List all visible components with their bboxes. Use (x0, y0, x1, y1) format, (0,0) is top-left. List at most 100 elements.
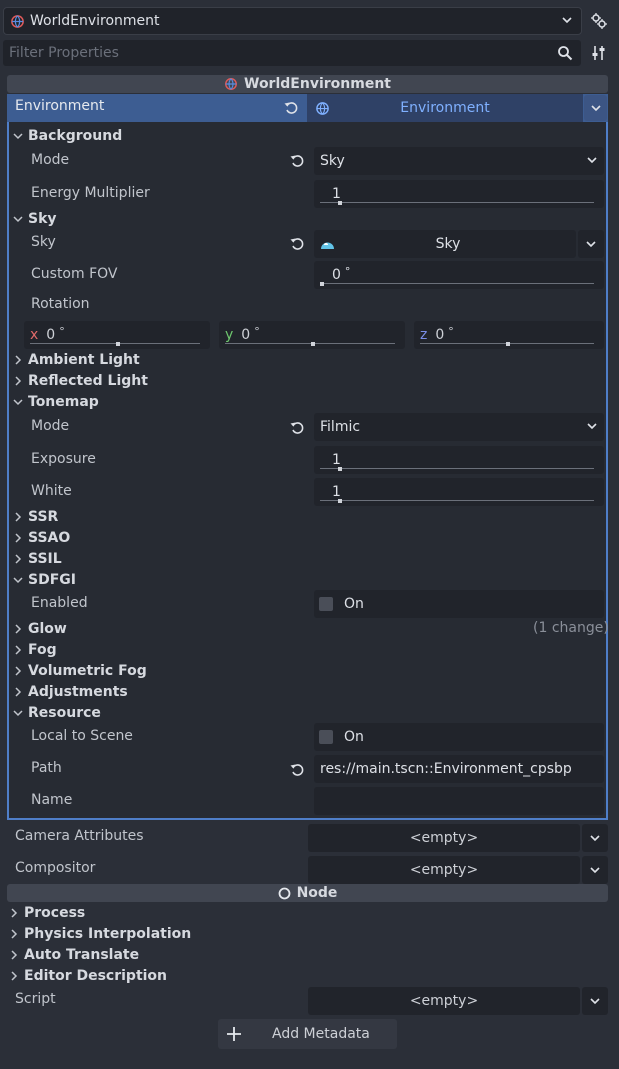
compositor-label: Compositor (15, 860, 96, 876)
category-node-label: Node (296, 885, 338, 901)
sdfgi-enabled-label: Enabled (31, 595, 88, 611)
section-volumetric-fog[interactable]: Volumetric Fog (12, 660, 147, 681)
background-mode-select[interactable]: Sky (314, 147, 604, 175)
history-button[interactable] (589, 10, 609, 32)
rotation-x-field[interactable]: x 0 ° (24, 321, 210, 349)
compositor-value: <empty> (409, 862, 479, 878)
chevron-down-icon (589, 832, 601, 844)
section-process[interactable]: Process (8, 902, 85, 923)
tools-icon (592, 46, 605, 60)
white-slider[interactable]: 1 (314, 478, 604, 506)
plus-icon (227, 1027, 241, 1041)
script-label: Script (15, 991, 56, 1007)
degree-unit: ° (59, 324, 65, 338)
script-dropdown[interactable] (582, 987, 608, 1015)
revert-icon[interactable] (289, 236, 305, 252)
section-fog-label: Fog (28, 641, 57, 658)
inspector-tools-button[interactable] (588, 43, 610, 63)
energy-multiplier-slider[interactable]: 1 (314, 180, 604, 208)
chevron-down-icon (12, 707, 24, 719)
chevron-down-icon (586, 154, 598, 166)
filter-properties-field[interactable] (3, 40, 581, 66)
section-physics-interpolation[interactable]: Physics Interpolation (8, 923, 191, 944)
environment-property-row: Environment Environment (7, 94, 608, 122)
section-fog[interactable]: Fog (12, 639, 57, 660)
rotation-label: Rotation (31, 296, 90, 312)
sky-resource-button[interactable]: Sky (314, 230, 576, 258)
category-world-environment-label: WorldEnvironment (244, 76, 391, 92)
section-sky[interactable]: Sky (12, 208, 57, 229)
section-auto-translate[interactable]: Auto Translate (8, 944, 139, 965)
world-environment-icon (10, 14, 25, 29)
chevron-right-icon (12, 686, 24, 698)
section-ambient-light[interactable]: Ambient Light (12, 349, 140, 370)
camera-attributes-value: <empty> (409, 830, 479, 846)
custom-fov-value: 0 (332, 267, 341, 283)
node-selector-label: WorldEnvironment (30, 13, 160, 29)
revert-icon[interactable] (289, 762, 305, 778)
rotation-z-field[interactable]: z 0 ° (414, 321, 604, 349)
section-ssil[interactable]: SSIL (12, 548, 62, 569)
section-tonemap[interactable]: Tonemap (12, 391, 99, 412)
filter-properties-input[interactable] (9, 45, 529, 61)
compositor-resource[interactable]: <empty> (308, 856, 580, 884)
chevron-right-icon (8, 928, 20, 940)
name-input[interactable] (314, 787, 604, 815)
section-ssr[interactable]: SSR (12, 506, 58, 527)
chevron-right-icon (12, 511, 24, 523)
sdfgi-enabled-checkbox[interactable]: On (314, 590, 604, 618)
sky-dropdown-button[interactable] (578, 230, 604, 258)
revert-icon[interactable] (289, 420, 305, 436)
sky-resource-value: Sky (435, 236, 461, 252)
energy-multiplier-label: Energy Multiplier (31, 185, 150, 201)
exposure-label: Exposure (31, 451, 96, 467)
section-glow[interactable]: Glow (12, 618, 67, 639)
section-auto-translate-label: Auto Translate (24, 946, 140, 963)
degree-unit: ° (254, 324, 260, 338)
background-mode-value: Sky (320, 153, 345, 169)
revert-icon[interactable] (289, 153, 305, 169)
node-selector[interactable]: WorldEnvironment (3, 7, 582, 35)
name-label: Name (31, 792, 73, 808)
sdfgi-enabled-value: On (344, 596, 364, 612)
chevron-down-icon (590, 102, 602, 114)
add-metadata-button[interactable]: Add Metadata (218, 1019, 397, 1049)
category-node: Node (7, 884, 608, 902)
environment-resource-label: Environment (400, 100, 490, 116)
section-adjustments-label: Adjustments (28, 683, 128, 700)
exposure-slider[interactable]: 1 (314, 446, 604, 474)
exposure-value: 1 (332, 452, 341, 468)
section-ambient-light-label: Ambient Light (28, 351, 140, 368)
camera-attributes-dropdown[interactable] (582, 824, 608, 852)
revert-icon[interactable] (283, 100, 299, 116)
section-editor-description[interactable]: Editor Description (8, 965, 167, 986)
tonemap-mode-select[interactable]: Filmic (314, 413, 604, 441)
section-resource[interactable]: Resource (12, 702, 101, 723)
rotation-z-axis: z (420, 327, 428, 343)
section-reflected-light[interactable]: Reflected Light (12, 370, 148, 391)
chevron-down-icon (561, 14, 573, 26)
section-background[interactable]: Background (12, 125, 122, 146)
custom-fov-slider[interactable]: 0 ° (314, 261, 604, 289)
section-adjustments[interactable]: Adjustments (12, 681, 128, 702)
section-ssao[interactable]: SSAO (12, 527, 70, 548)
script-resource[interactable]: <empty> (308, 987, 580, 1015)
chevron-down-icon (589, 864, 601, 876)
checkbox-icon (319, 597, 333, 611)
chevron-down-icon (12, 574, 24, 586)
environment-dropdown-button[interactable] (584, 95, 607, 121)
local-to-scene-checkbox[interactable]: On (314, 723, 604, 751)
path-input[interactable]: res://main.tscn::Environment_cpsbp (314, 755, 604, 783)
environment-resource-button[interactable]: Environment (307, 94, 583, 122)
rotation-x-axis: x (30, 327, 39, 343)
section-tonemap-label: Tonemap (28, 393, 99, 410)
camera-attributes-resource[interactable]: <empty> (308, 824, 580, 852)
search-icon (557, 45, 573, 61)
add-metadata-label: Add Metadata (272, 1026, 370, 1042)
world-environment-icon (224, 77, 238, 91)
section-reflected-light-label: Reflected Light (28, 372, 148, 389)
compositor-dropdown[interactable] (582, 856, 608, 884)
rotation-y-field[interactable]: y 0 ° (219, 321, 405, 349)
path-label: Path (31, 760, 62, 776)
section-sdfgi[interactable]: SDFGI (12, 569, 76, 590)
